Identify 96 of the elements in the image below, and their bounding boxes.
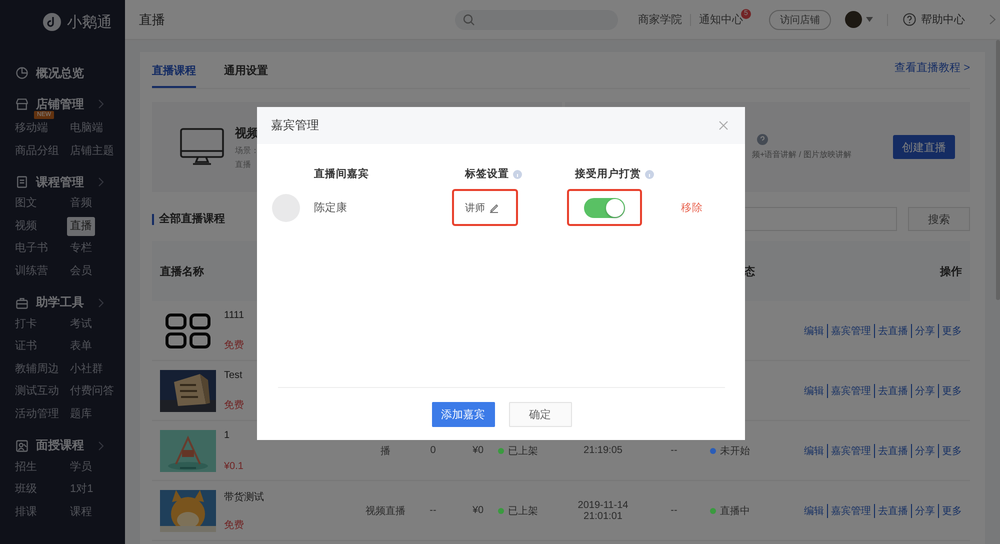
sidebar-item[interactable]: 电子书 xyxy=(12,239,51,259)
action-link[interactable]: 嘉宾管理 xyxy=(827,444,874,458)
action-link[interactable]: 更多 xyxy=(938,384,962,398)
sidebar-section[interactable]: 助学工具 xyxy=(36,294,84,312)
create-live-button[interactable]: 创建直播 xyxy=(893,135,955,159)
action-link[interactable]: 分享 xyxy=(911,504,938,518)
guest-name: 陈定康 xyxy=(314,202,347,214)
sidebar-section[interactable]: 概况总览 xyxy=(36,64,84,82)
column-header: 直播间嘉宾 xyxy=(314,167,370,181)
action-link[interactable]: 去直播 xyxy=(874,324,911,338)
table-cell-text: ¥0 xyxy=(471,445,485,456)
help-center-link[interactable]: 帮助中心 xyxy=(921,12,965,27)
table-cell-text: -- xyxy=(428,505,438,516)
table-cell-text: -- xyxy=(670,445,678,456)
tab[interactable]: 通用设置 xyxy=(224,63,268,88)
action-link[interactable]: 分享 xyxy=(911,444,938,458)
sidebar-section[interactable]: 店铺管理 xyxy=(36,96,84,112)
status-text: 已上架 xyxy=(508,504,538,518)
action-link[interactable]: 分享 xyxy=(911,384,938,398)
sidebar-item[interactable]: 考试 xyxy=(67,314,95,334)
sidebar-item[interactable]: 直播 xyxy=(67,216,95,236)
sidebar-item[interactable]: 商品分组 xyxy=(12,142,62,162)
sidebar-item[interactable]: 招生 xyxy=(12,458,40,478)
price-text: 免费 xyxy=(224,398,245,412)
sidebar-item[interactable]: 学员 xyxy=(67,458,95,478)
status-text: 未开始 xyxy=(720,444,750,458)
card-text: 频+语音讲解 / 图片放映讲解 xyxy=(752,149,852,160)
status-text: 直播中 xyxy=(720,504,750,518)
table-cell-text: 视频直播 xyxy=(364,504,406,518)
sidebar-item[interactable]: 图文 xyxy=(12,194,40,214)
action-link[interactable]: 嘉宾管理 xyxy=(827,384,874,398)
dialog-title: 嘉宾管理 xyxy=(271,117,319,134)
table-cell-text: 0 xyxy=(429,445,437,456)
action-link[interactable]: 嘉宾管理 xyxy=(827,324,874,338)
action-link[interactable]: 去直播 xyxy=(874,504,911,518)
price-text: ¥0.1 xyxy=(224,460,244,472)
sidebar-item[interactable]: 小社群 xyxy=(67,360,106,380)
sidebar-item[interactable]: 教辅周边 xyxy=(12,360,62,380)
sidebar-item[interactable]: 排课 xyxy=(12,502,40,522)
sidebar-item[interactable]: 店铺主题 xyxy=(67,142,117,162)
action-link[interactable]: 更多 xyxy=(938,444,962,458)
sidebar-item[interactable]: 课程 xyxy=(67,502,95,522)
sidebar-item[interactable]: 视频 xyxy=(12,216,40,236)
tutorial-link[interactable]: 查看直播教程 > xyxy=(894,60,970,75)
column-header: 标签设置 xyxy=(465,167,509,181)
sidebar-item[interactable]: 移动端 xyxy=(12,119,51,139)
action-link[interactable]: 分享 xyxy=(911,324,938,338)
action-link[interactable]: 编辑 xyxy=(801,324,827,338)
action-link[interactable]: 去直播 xyxy=(874,444,911,458)
sidebar-item[interactable]: 表单 xyxy=(67,337,95,357)
column-header: 操作 xyxy=(940,264,962,278)
page-title: 直播 xyxy=(139,10,165,28)
price-text: 免费 xyxy=(224,338,245,352)
sidebar-item[interactable]: 班级 xyxy=(12,480,40,500)
logo-text: 小鹅通 xyxy=(67,12,112,32)
status-text: 已上架 xyxy=(508,444,538,458)
table-cell-text: -- xyxy=(670,505,678,516)
section-title: 全部直播课程 xyxy=(152,214,225,224)
visit-store-button[interactable]: 访问店铺 xyxy=(769,10,831,30)
sidebar-item[interactable]: 会员 xyxy=(67,262,95,282)
action-link[interactable]: 嘉宾管理 xyxy=(827,504,874,518)
sidebar-item[interactable]: 活动管理 xyxy=(12,404,62,425)
sidebar-section[interactable]: 课程管理 xyxy=(36,174,84,191)
table-cell-text: 2019-11-14 21:01:01 xyxy=(576,500,630,522)
table-cell-text: 21:19:05 xyxy=(582,445,624,456)
remove-link[interactable]: 移除 xyxy=(681,200,703,214)
action-link[interactable]: 更多 xyxy=(938,324,962,338)
search-button[interactable]: 搜索 xyxy=(908,207,970,231)
header-link[interactable]: 通知中心 xyxy=(699,12,743,27)
action-link[interactable]: 编辑 xyxy=(801,504,827,518)
confirm-button[interactable]: 确定 xyxy=(508,402,572,427)
sidebar-item[interactable]: 打卡 xyxy=(12,314,40,334)
action-link[interactable]: 更多 xyxy=(938,504,962,518)
price-text: 免费 xyxy=(224,518,245,532)
add-guest-button[interactable]: 添加嘉宾 xyxy=(432,402,494,427)
sidebar-item[interactable]: 1对1 xyxy=(67,480,96,500)
sidebar-item[interactable]: 音频 xyxy=(67,194,95,214)
table-cell-text: ¥0 xyxy=(471,505,485,516)
action-link[interactable]: 编辑 xyxy=(801,384,827,398)
sidebar-item[interactable]: 专栏 xyxy=(67,239,95,259)
column-header: 接受用户打赏 xyxy=(575,167,641,181)
sidebar-item[interactable]: 付费问答 xyxy=(67,382,117,402)
tag-label: 讲师 xyxy=(465,202,485,214)
action-link[interactable]: 编辑 xyxy=(801,444,827,458)
sidebar-item[interactable]: 题库 xyxy=(67,404,95,425)
sidebar-section[interactable]: 面授课程 xyxy=(36,437,84,454)
table-cell-text: 播 xyxy=(380,444,392,458)
sidebar-item[interactable]: 测试互动 xyxy=(12,382,62,402)
sidebar-item[interactable]: 训练营 xyxy=(12,262,51,282)
tab[interactable]: 直播课程 xyxy=(152,63,196,88)
column-header: 直播名称 xyxy=(160,264,205,278)
header-link[interactable]: 商家学院 xyxy=(638,12,682,27)
action-link[interactable]: 去直播 xyxy=(874,384,911,398)
sidebar-item[interactable]: 电脑端 xyxy=(67,119,106,139)
sidebar-item[interactable]: 证书 xyxy=(12,337,40,357)
course-title[interactable]: 带货测试 xyxy=(224,490,363,504)
